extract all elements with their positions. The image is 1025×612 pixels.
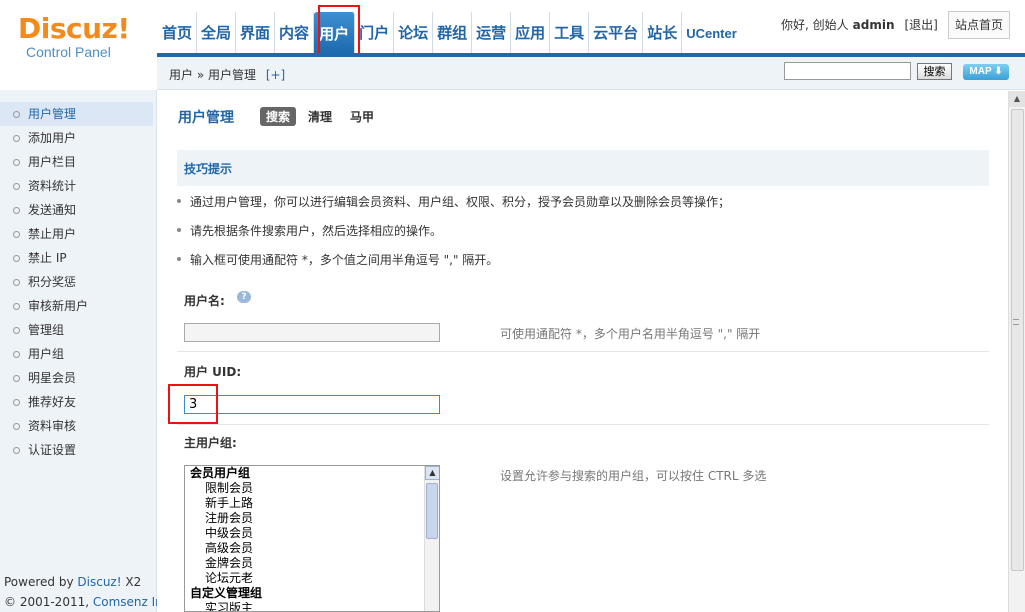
group-option[interactable]: 新手上路 xyxy=(185,496,439,511)
search-button[interactable]: 搜索 xyxy=(917,63,952,80)
group-option[interactable]: 中级会员 xyxy=(185,526,439,541)
nav-forum[interactable]: 论坛 xyxy=(394,12,434,55)
map-button[interactable]: MAP ⬇ xyxy=(963,64,1009,80)
page-scrollbar[interactable]: ▲ xyxy=(1008,91,1025,612)
help-icon[interactable]: ? xyxy=(237,291,251,303)
nav-style[interactable]: 界面 xyxy=(236,12,276,55)
footer-copy-text: © 2001-2011, xyxy=(4,595,90,609)
nav-cloud[interactable]: 云平台 xyxy=(589,12,644,55)
sidebar-item-user-fields[interactable]: 用户栏目 xyxy=(0,150,153,174)
sidebar-item-credits[interactable]: 积分奖惩 xyxy=(0,270,153,294)
group-hint: 设置允许参与搜索的用户组，可以按住 CTRL 多选 xyxy=(500,469,767,483)
sidebar-item-add-user[interactable]: 添加用户 xyxy=(0,126,153,150)
nav-ucenter[interactable]: UCenter xyxy=(682,12,741,55)
arrow-down-icon: ⬇ xyxy=(994,66,1003,77)
username-field[interactable] xyxy=(184,323,440,342)
nav-app[interactable]: 应用 xyxy=(511,12,551,55)
breadcrumb: 用户 » 用户管理 [+] xyxy=(169,66,285,83)
divider xyxy=(177,424,989,425)
scroll-up-icon[interactable]: ▲ xyxy=(425,466,439,480)
sidebar-item-verify[interactable]: 认证设置 xyxy=(0,438,153,462)
add-shortcut-link[interactable]: [+] xyxy=(266,68,285,82)
tip-item: 输入框可使用通配符 *，多个值之间用半角逗号 "," 隔开。 xyxy=(176,253,499,267)
sidebar-item-ban-user[interactable]: 禁止用户 xyxy=(0,222,153,246)
footer-copyright: © 2001-2011, Comsenz Inc. xyxy=(4,595,173,609)
sidebar-item-ban-ip[interactable]: 禁止 IP xyxy=(0,246,153,270)
menu-search-input[interactable] xyxy=(784,62,911,80)
group-option[interactable]: 高级会员 xyxy=(185,541,439,556)
group-option[interactable]: 论坛元老 xyxy=(185,571,439,586)
main-content: 用户管理 搜索 清理 马甲 技巧提示 通过用户管理，你可以进行编辑会员资料、用户… xyxy=(157,91,1008,612)
logout-link[interactable]: [退出] xyxy=(905,16,938,33)
sidebar-item-send-notice[interactable]: 发送通知 xyxy=(0,198,153,222)
breadcrumb-path: 用户 » 用户管理 xyxy=(169,68,256,82)
footer-version: X2 xyxy=(125,575,142,589)
user-bar: 你好, 创始人 admin [退出] xyxy=(781,16,938,33)
footer-powered-text: Powered by xyxy=(4,575,74,589)
map-button-label: MAP xyxy=(969,66,992,77)
tip-item: 请先根据条件搜索用户，然后选择相应的操作。 xyxy=(176,224,443,238)
group-option[interactable]: 限制会员 xyxy=(185,481,439,496)
sidebar-item-moderate-new[interactable]: 审核新用户 xyxy=(0,294,153,318)
sidebar: 用户管理 添加用户 用户栏目 资料统计 发送通知 禁止用户 禁止 IP 积分奖惩… xyxy=(0,90,173,612)
scroll-thumb[interactable] xyxy=(1011,109,1024,571)
nav-portal[interactable]: 门户 xyxy=(355,12,395,55)
username-hint: 可使用通配符 *，多个用户名用半角逗号 "," 隔开 xyxy=(500,327,761,341)
username-text: admin xyxy=(852,17,895,32)
group-list-scrollbar[interactable]: ▲ xyxy=(424,466,439,611)
sidebar-item-star-member[interactable]: 明星会员 xyxy=(0,366,153,390)
footer-brand-link[interactable]: Discuz! xyxy=(77,575,121,589)
tips-header: 技巧提示 xyxy=(177,150,989,186)
group-option[interactable]: 注册会员 xyxy=(185,511,439,526)
group-option[interactable]: 金牌会员 xyxy=(185,556,439,571)
top-nav: 首页 全局 界面 内容 用户 门户 论坛 群组 运营 应用 工具 云平台 站长 … xyxy=(158,12,741,55)
logo-sub-text: Control Panel xyxy=(26,44,111,60)
nav-operation[interactable]: 运营 xyxy=(472,12,512,55)
nav-global[interactable]: 全局 xyxy=(197,12,237,55)
sidebar-item-profile-stats[interactable]: 资料统计 xyxy=(0,174,153,198)
discuz-logo[interactable]: Discuz! Control Panel xyxy=(18,12,138,61)
nav-group[interactable]: 群组 xyxy=(433,12,473,55)
uid-label: 用户 UID: xyxy=(184,365,242,379)
header: Discuz! Control Panel 首页 全局 界面 内容 用户 门户 … xyxy=(0,0,1025,62)
divider xyxy=(177,351,989,352)
nav-content[interactable]: 内容 xyxy=(275,12,315,55)
nav-user[interactable]: 用户 xyxy=(314,12,356,55)
sidebar-item-admin-group[interactable]: 管理组 xyxy=(0,318,153,342)
tab-clean[interactable]: 清理 xyxy=(302,107,338,126)
greeting-text: 你好, 创始人 xyxy=(781,18,849,32)
user-group-select[interactable]: 会员用户组 限制会员 新手上路 注册会员 中级会员 高级会员 金牌会员 论坛元老… xyxy=(184,465,440,612)
nav-home[interactable]: 首页 xyxy=(158,12,198,55)
sidebar-item-recommend[interactable]: 推荐好友 xyxy=(0,390,153,414)
group-option: 会员用户组 xyxy=(190,466,251,480)
sidebar-item-user-group[interactable]: 用户组 xyxy=(0,342,153,366)
sidebar-item-profile-review[interactable]: 资料审核 xyxy=(0,414,153,438)
sub-bar: 用户 » 用户管理 [+] 搜索 MAP ⬇ xyxy=(157,57,1025,90)
group-label: 主用户组: xyxy=(184,436,237,450)
tab-search[interactable]: 搜索 xyxy=(260,107,297,126)
tab-alias[interactable]: 马甲 xyxy=(344,107,380,126)
site-home-button[interactable]: 站点首页 xyxy=(948,11,1010,39)
tab-bar: 搜索 清理 马甲 xyxy=(260,107,386,126)
sidebar-item-user-manage[interactable]: 用户管理 xyxy=(0,102,153,126)
scroll-up-icon[interactable]: ▲ xyxy=(1009,91,1025,107)
tip-item: 通过用户管理，你可以进行编辑会员资料、用户组、权限、积分，授予会员勋章以及删除会… xyxy=(176,195,731,209)
username-label: 用户名: xyxy=(184,294,225,308)
uid-field[interactable]: 3 xyxy=(184,395,440,414)
footer-powered: Powered by Discuz! X2 xyxy=(4,575,141,589)
group-option[interactable]: 实习版主 xyxy=(185,601,439,611)
nav-tools[interactable]: 工具 xyxy=(550,12,590,55)
nav-admin[interactable]: 站长 xyxy=(643,12,683,55)
page-title: 用户管理 xyxy=(178,110,234,126)
sidebar-menu: 用户管理 添加用户 用户栏目 资料统计 发送通知 禁止用户 禁止 IP 积分奖惩… xyxy=(0,102,153,462)
logo-main-text: Discuz! xyxy=(18,12,130,45)
group-option: 自定义管理组 xyxy=(190,586,263,600)
tips-title: 技巧提示 xyxy=(184,162,233,176)
scroll-thumb[interactable] xyxy=(426,483,438,539)
scroll-grip-icon xyxy=(1013,319,1019,325)
